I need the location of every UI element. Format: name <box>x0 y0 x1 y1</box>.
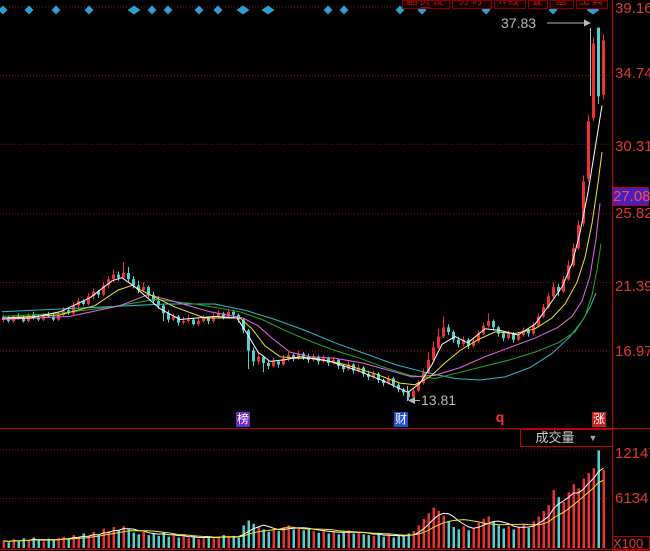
annotation-arrows <box>408 20 592 405</box>
ma-lines <box>2 106 602 393</box>
marker-chip-cai[interactable]: 财 <box>394 412 408 427</box>
toolbar-fragment[interactable]: 工具 <box>576 0 608 9</box>
price-axis-label: 39.16 <box>615 1 650 16</box>
toolbar-fragment-label: 画 <box>551 0 573 7</box>
chart-canvas[interactable] <box>0 0 650 551</box>
volume-indicator-selector[interactable]: 成交量 ▼ <box>520 429 613 447</box>
price-axis-label: 16.97 <box>615 344 650 359</box>
price-axis-label: 25.82 <box>615 206 650 221</box>
frame-lines <box>0 0 650 551</box>
grid-lines <box>0 7 612 499</box>
marker-chip-q[interactable]: q <box>493 410 507 425</box>
price-axis-label: 30.31 <box>615 139 650 154</box>
toolbar-fragment-label: 翻页设置 <box>403 0 449 9</box>
toolbar-fragment-label: 分时 <box>453 0 491 7</box>
chevron-down-icon[interactable]: ▼ <box>589 430 598 446</box>
toolbar-fragment[interactable]: 叠 <box>528 0 548 9</box>
volume-axis-label: 12147 <box>615 446 650 461</box>
low-annotation: 13.81 <box>421 393 456 407</box>
stock-chart-window: 翻页设置 分时 K线 叠 画 工具 39.16 34.74 30.31 25.8… <box>0 0 650 551</box>
price-axis-label: 34.74 <box>615 66 650 81</box>
price-axis-label: 21.39 <box>615 279 650 294</box>
last-price-label: 27.08 <box>613 187 649 206</box>
toolbar-fragment-label: 叠 <box>529 0 547 7</box>
high-annotation: 37.83 <box>501 16 536 30</box>
toolbar-fragment[interactable]: K线 <box>494 0 526 9</box>
volume-scale-label: X100 <box>612 536 650 551</box>
volume-bars <box>3 450 606 548</box>
volume-axis-label: 6134 <box>615 491 648 506</box>
marker-chip-zhang[interactable]: 涨 <box>592 412 606 427</box>
toolbar-fragment-label: 工具 <box>577 0 607 7</box>
toolbar-fragment[interactable]: 翻页设置 <box>402 0 450 9</box>
toolbar-fragment[interactable]: 画 <box>550 0 574 9</box>
toolbar-fragment-label: K线 <box>495 0 525 7</box>
marker-chip-bang[interactable]: 榜 <box>236 412 250 427</box>
volume-indicator-label: 成交量 <box>536 430 575 446</box>
toolbar-fragment[interactable]: 分时 <box>452 0 492 9</box>
